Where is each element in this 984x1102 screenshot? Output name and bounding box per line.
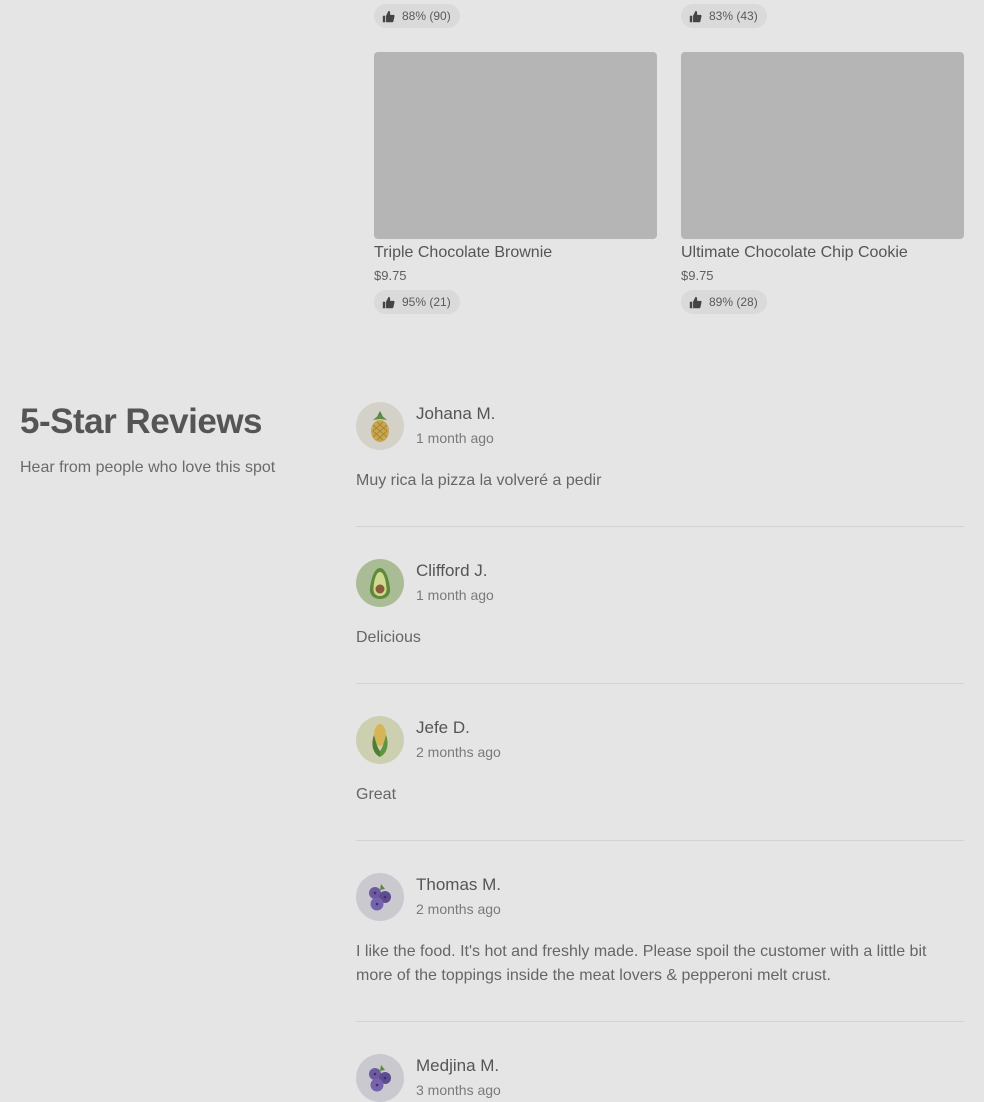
reviewer-name: Thomas M.: [416, 875, 502, 894]
item-image[interactable]: [681, 52, 964, 239]
thumbs-up-icon: [382, 10, 395, 22]
rating-label: 89% (28): [709, 295, 758, 309]
item-rating-badge: 83% (43): [681, 4, 767, 28]
rating-label: 83% (43): [709, 9, 758, 23]
divider: [356, 526, 964, 527]
review-text: I like the food. It's hot and freshly ma…: [356, 943, 927, 984]
divider: [356, 1021, 964, 1022]
item-rating-badge: 95% (21): [374, 290, 460, 314]
section-title: 5-Star Reviews: [20, 402, 263, 441]
item-rating-badge: 88% (90): [374, 4, 460, 28]
thumbs-up-icon: [689, 10, 702, 22]
blueberries-icon: [369, 884, 391, 911]
thumbs-up-icon: [689, 296, 702, 308]
avatar: [356, 1054, 404, 1102]
review-date: 2 months ago: [416, 901, 501, 917]
section-subtitle: Hear from people who love this spot: [20, 459, 276, 476]
divider: [356, 840, 964, 841]
blueberries-icon: [369, 1065, 391, 1092]
reviewer-name: Clifford J.: [416, 561, 488, 580]
review-text: Great: [356, 786, 397, 803]
review-date: 1 month ago: [416, 587, 494, 603]
item-price: $9.75: [374, 268, 407, 283]
item-name[interactable]: Triple Chocolate Brownie: [374, 244, 552, 262]
reviewer-name: Johana M.: [416, 404, 496, 423]
corn-icon: [372, 724, 388, 757]
item-price: $9.75: [681, 268, 714, 283]
avatar: [356, 402, 404, 450]
rating-label: 88% (90): [402, 9, 451, 23]
reviewer-name: Jefe D.: [416, 718, 470, 737]
review-date: 3 months ago: [416, 1082, 501, 1098]
review-date: 1 month ago: [416, 430, 494, 446]
item-image[interactable]: [374, 52, 657, 239]
review-date: 2 months ago: [416, 744, 501, 760]
rating-label: 95% (21): [402, 295, 451, 309]
thumbs-up-icon: [382, 296, 395, 308]
item-name[interactable]: Ultimate Chocolate Chip Cookie: [681, 244, 908, 262]
reviewer-name: Medjina M.: [416, 1056, 500, 1075]
review-text: Delicious: [356, 629, 421, 646]
avocado-icon: [369, 568, 391, 599]
review-text: Muy rica la pizza la volveré a pedir: [356, 472, 602, 489]
item-rating-badge: 89% (28): [681, 290, 767, 314]
pineapple-icon: [371, 411, 389, 442]
avatar: [356, 716, 404, 764]
avatar: [356, 559, 404, 607]
divider: [356, 683, 964, 684]
avatar: [356, 873, 404, 921]
